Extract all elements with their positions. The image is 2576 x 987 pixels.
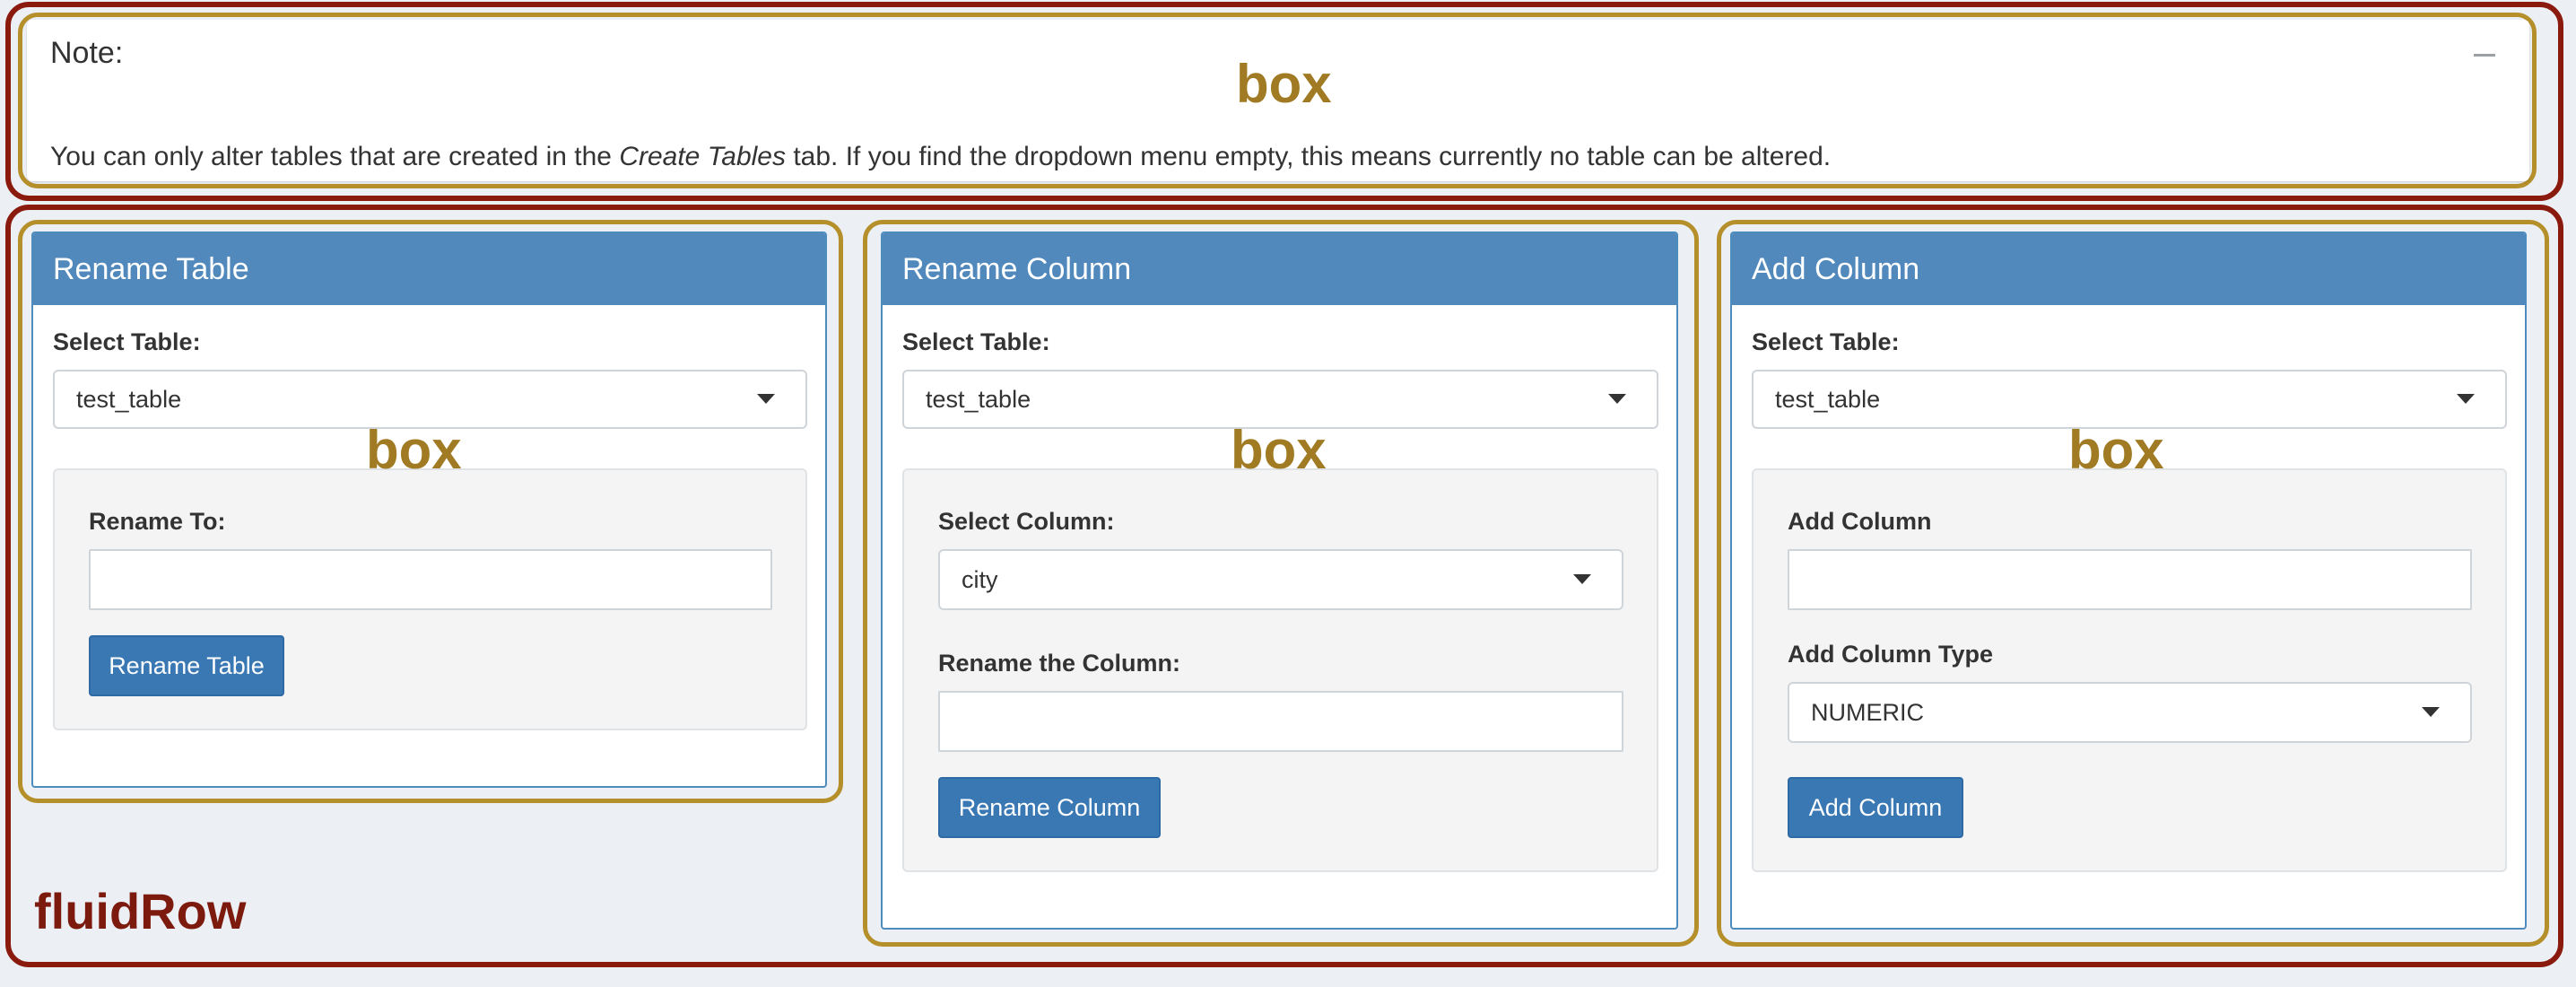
caret-down-icon xyxy=(757,394,775,404)
select-table-label: Select Table: xyxy=(1752,328,1900,355)
add-column-title: Add Column xyxy=(1732,233,2525,305)
box-tag-note: box xyxy=(1236,54,1332,114)
select-table-value: test_table xyxy=(76,385,182,413)
rename-column-title: Rename Column xyxy=(883,233,1676,305)
fluidrow-tag: fluidRow xyxy=(34,883,247,939)
add-column-type-dropdown[interactable]: NUMERIC xyxy=(1788,682,2472,743)
add-column-button[interactable]: Add Column xyxy=(1788,777,1963,838)
add-column-well: Add Column Add Column Type NUMERIC Add C… xyxy=(1752,468,2507,872)
rename-to-label: Rename To: xyxy=(89,508,226,535)
add-column-label: Add Column xyxy=(1788,508,1932,535)
note-text: You can only alter tables that are creat… xyxy=(50,142,1831,172)
rename-column-button[interactable]: Rename Column xyxy=(938,777,1161,838)
box-tag-rename-table: box xyxy=(366,420,462,480)
note-text-start: You can only alter tables that are creat… xyxy=(50,142,620,171)
caret-down-icon xyxy=(2422,707,2440,717)
select-table-value: test_table xyxy=(926,385,1031,413)
caret-down-icon xyxy=(1608,394,1626,404)
minus-icon[interactable] xyxy=(2474,54,2495,57)
rename-table-button[interactable]: Rename Table xyxy=(89,635,284,696)
note-text-emphasis: Create Tables xyxy=(619,142,786,171)
add-column-box: Add Column Select Table: test_table Add … xyxy=(1730,231,2527,930)
rename-to-input[interactable] xyxy=(89,549,772,610)
rename-the-column-input[interactable] xyxy=(938,691,1623,752)
rename-table-well: Rename To: Rename Table xyxy=(53,468,807,730)
select-column-label: Select Column: xyxy=(938,508,1115,535)
add-column-type-value: NUMERIC xyxy=(1811,698,1924,726)
box-tag-rename-column: box xyxy=(1231,420,1327,480)
rename-table-title: Rename Table xyxy=(33,233,825,305)
rename-table-box: Rename Table Select Table: test_table Re… xyxy=(31,231,827,788)
add-column-input[interactable] xyxy=(1788,549,2472,610)
note-text-end: tab. If you find the dropdown menu empty… xyxy=(785,142,1832,171)
select-table-value: test_table xyxy=(1775,385,1881,413)
select-table-label: Select Table: xyxy=(53,328,201,355)
add-column-type-label: Add Column Type xyxy=(1788,641,1993,668)
select-table-label: Select Table: xyxy=(902,328,1050,355)
caret-down-icon xyxy=(2457,394,2475,404)
rename-column-well: Select Column: city Rename the Column: R… xyxy=(902,468,1658,872)
rename-column-box: Rename Column Select Table: test_table S… xyxy=(881,231,1678,930)
select-column-value: city xyxy=(962,565,998,593)
select-column-dropdown[interactable]: city xyxy=(938,549,1623,610)
caret-down-icon xyxy=(1573,574,1591,584)
box-tag-add-column: box xyxy=(2068,420,2164,480)
rename-the-column-label: Rename the Column: xyxy=(938,650,1181,677)
note-title: Note: xyxy=(50,36,124,70)
